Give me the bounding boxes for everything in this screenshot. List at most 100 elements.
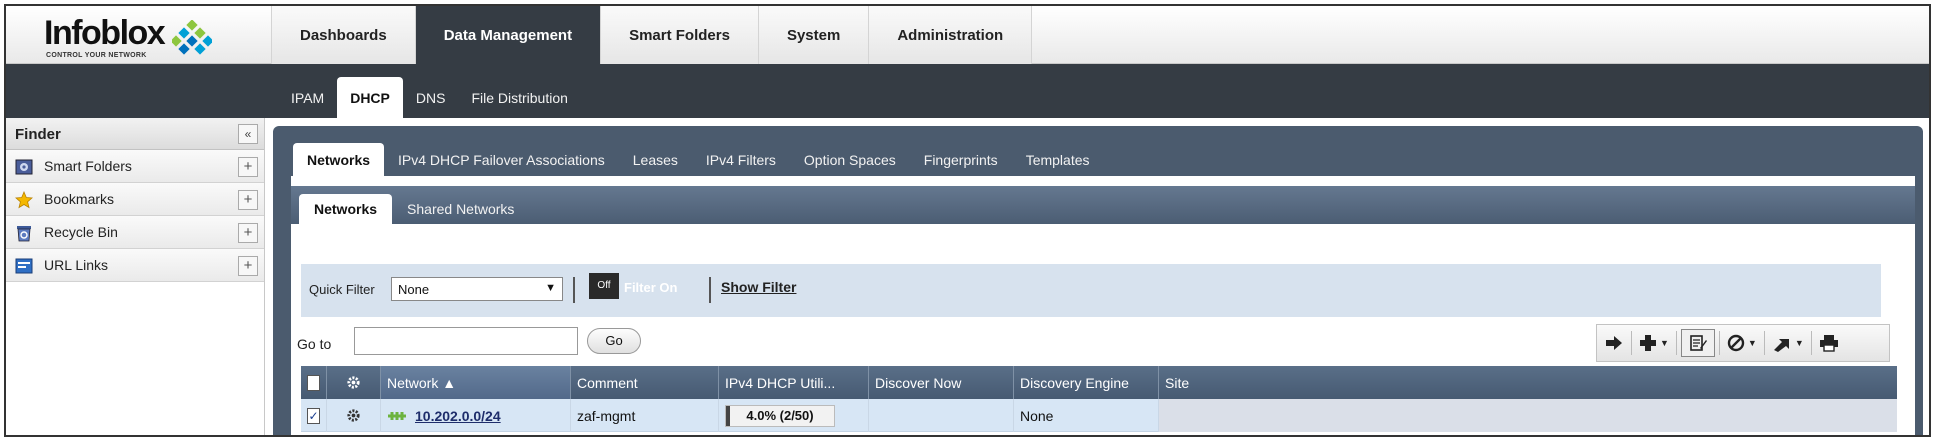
row-select-cell: ✓: [301, 399, 327, 432]
smart-folder-icon: [15, 159, 33, 175]
show-filter-link[interactable]: Show Filter: [721, 279, 796, 295]
logo: Infoblox CONTROL YOUR NETWORK: [44, 14, 244, 62]
network-cell: 10.202.0.0/24: [381, 399, 571, 432]
main-tab-data-management[interactable]: Data Management: [414, 6, 601, 64]
divider: [709, 277, 711, 303]
finder-item-smart-folders[interactable]: Smart Folders +: [6, 150, 264, 183]
discover-now-cell: [869, 399, 1014, 432]
tab-shared-networks[interactable]: Shared Networks: [392, 194, 529, 224]
finder-item-label: Smart Folders: [44, 158, 132, 174]
main-nav: Dashboards Data Management Smart Folders…: [271, 6, 1033, 64]
add-icon[interactable]: ▼: [1632, 328, 1676, 358]
column-discover-now[interactable]: Discover Now: [869, 366, 1014, 399]
block-icon[interactable]: ▼: [1720, 328, 1764, 358]
column-network[interactable]: Network ▲: [381, 366, 571, 399]
column-site[interactable]: Site: [1159, 366, 1897, 399]
dropdown-arrow-icon: ▼: [1747, 338, 1757, 348]
column-ipv4-dhcp-utilization[interactable]: IPv4 DHCP Utili...: [719, 366, 869, 399]
tab-networks-list[interactable]: Networks: [299, 194, 393, 224]
filter-toggle-on-label[interactable]: Filter On: [624, 280, 677, 295]
gear-icon: [347, 376, 360, 389]
main-tab-smart-folders[interactable]: Smart Folders: [600, 6, 758, 64]
finder-item-label: URL Links: [44, 257, 109, 273]
finder-item-label: Recycle Bin: [44, 224, 118, 240]
add-smart-folder-button[interactable]: +: [238, 157, 258, 177]
utilization-cell: 4.0% (2/50): [719, 399, 869, 432]
add-url-link-button[interactable]: +: [238, 256, 258, 276]
sub-tab-dns[interactable]: DNS: [403, 77, 459, 118]
finder-header: Finder «: [6, 118, 264, 150]
export-icon[interactable]: ▼: [1765, 328, 1811, 358]
finder-title: Finder: [15, 126, 61, 143]
network-link[interactable]: 10.202.0.0/24: [415, 408, 501, 424]
add-recycle-bin-button[interactable]: +: [238, 223, 258, 243]
finder-item-url-links[interactable]: URL Links +: [6, 249, 264, 282]
grid-header: Network ▲ Comment IPv4 DHCP Utili... Dis…: [301, 366, 1897, 399]
main-panel: Networks IPv4 DHCP Failover Associations…: [273, 126, 1923, 435]
discovery-engine-cell: None: [1014, 399, 1159, 432]
divider: [1675, 331, 1677, 355]
dhcp-tabs: Networks IPv4 DHCP Failover Associations…: [293, 143, 1104, 176]
tab-ipv4-filters[interactable]: IPv4 Filters: [692, 143, 790, 176]
dropdown-arrow-icon: ▼: [1660, 338, 1669, 348]
finder-item-recycle-bin[interactable]: Recycle Bin +: [6, 216, 264, 249]
main-tab-administration[interactable]: Administration: [868, 6, 1033, 64]
row-checkbox[interactable]: ✓: [307, 407, 320, 424]
tab-ipv4-dhcp-failover[interactable]: IPv4 DHCP Failover Associations: [384, 143, 619, 176]
sub-nav: IPAM DHCP DNS File Distribution: [6, 64, 1929, 118]
utilization-text: 4.0% (2/50): [746, 408, 814, 423]
star-icon: [15, 191, 33, 209]
dropdown-arrow-icon: ▼: [545, 282, 556, 294]
tab-leases[interactable]: Leases: [619, 143, 692, 176]
add-bookmark-button[interactable]: +: [238, 190, 258, 210]
comment-cell: zaf-mgmt: [571, 399, 719, 432]
utilization-bar: 4.0% (2/50): [725, 404, 835, 427]
url-link-icon: [15, 258, 33, 274]
logo-text: Infoblox: [44, 14, 166, 52]
quick-filter-label: Quick Filter: [309, 282, 375, 297]
print-icon[interactable]: [1812, 328, 1846, 358]
main-tab-dashboards[interactable]: Dashboards: [271, 6, 415, 64]
site-cell: [1159, 399, 1897, 432]
finder-item-bookmarks[interactable]: Bookmarks +: [6, 183, 264, 216]
network-icon: [388, 411, 406, 420]
logo-mark-icon: [172, 20, 212, 55]
go-button[interactable]: Go: [587, 328, 641, 354]
goto-input[interactable]: [354, 327, 578, 355]
quick-filter-select[interactable]: None ▼: [391, 277, 563, 301]
sub-tab-ipam[interactable]: IPAM: [278, 77, 337, 118]
tab-option-spaces[interactable]: Option Spaces: [790, 143, 910, 176]
network-tabs-bar: Networks Shared Networks: [291, 186, 1915, 224]
gear-icon: [347, 409, 360, 422]
settings-header[interactable]: [327, 366, 381, 399]
divider: [573, 277, 575, 303]
utilization-fill: [726, 405, 731, 426]
tab-fingerprints[interactable]: Fingerprints: [910, 143, 1012, 176]
dropdown-arrow-icon: ▼: [1794, 338, 1804, 348]
grid-toolbar: ▼ ▼ ▼: [1596, 324, 1890, 362]
sub-tab-dhcp[interactable]: DHCP: [337, 77, 403, 118]
column-discovery-engine[interactable]: Discovery Engine: [1014, 366, 1159, 399]
top-bar: Infoblox CONTROL YOUR NETWORK Dashboards…: [6, 6, 1929, 64]
networks-content: Networks Shared Networks Quick Filter No…: [291, 176, 1915, 435]
main-tab-system[interactable]: System: [757, 6, 869, 64]
logo-tagline: CONTROL YOUR NETWORK: [46, 52, 147, 59]
app-window: Infoblox CONTROL YOUR NETWORK Dashboards…: [4, 4, 1931, 437]
column-comment[interactable]: Comment: [571, 366, 719, 399]
quick-filter-value: None: [398, 282, 430, 297]
filter-toggle-off[interactable]: Off: [589, 273, 619, 299]
tab-networks[interactable]: Networks: [293, 143, 385, 176]
filter-bar: Quick Filter None ▼ Off Filter On Show F…: [301, 264, 1881, 317]
goto-label: Go to: [297, 336, 332, 352]
table-row[interactable]: ✓ 10.202.0.0/24 zaf-mgmt 4.0% (2/50) Non…: [301, 399, 1897, 432]
edit-icon[interactable]: [1680, 329, 1715, 357]
finder-item-label: Bookmarks: [44, 191, 115, 207]
arrow-right-icon[interactable]: [1597, 328, 1631, 358]
tab-templates[interactable]: Templates: [1012, 143, 1104, 176]
networks-grid: Network ▲ Comment IPv4 DHCP Utili... Dis…: [301, 366, 1897, 432]
select-all-header[interactable]: [301, 366, 327, 399]
sub-tab-file-distribution[interactable]: File Distribution: [458, 77, 580, 118]
row-settings-cell[interactable]: [327, 399, 381, 432]
select-all-checkbox[interactable]: [307, 374, 320, 391]
collapse-finder-button[interactable]: «: [238, 124, 258, 144]
